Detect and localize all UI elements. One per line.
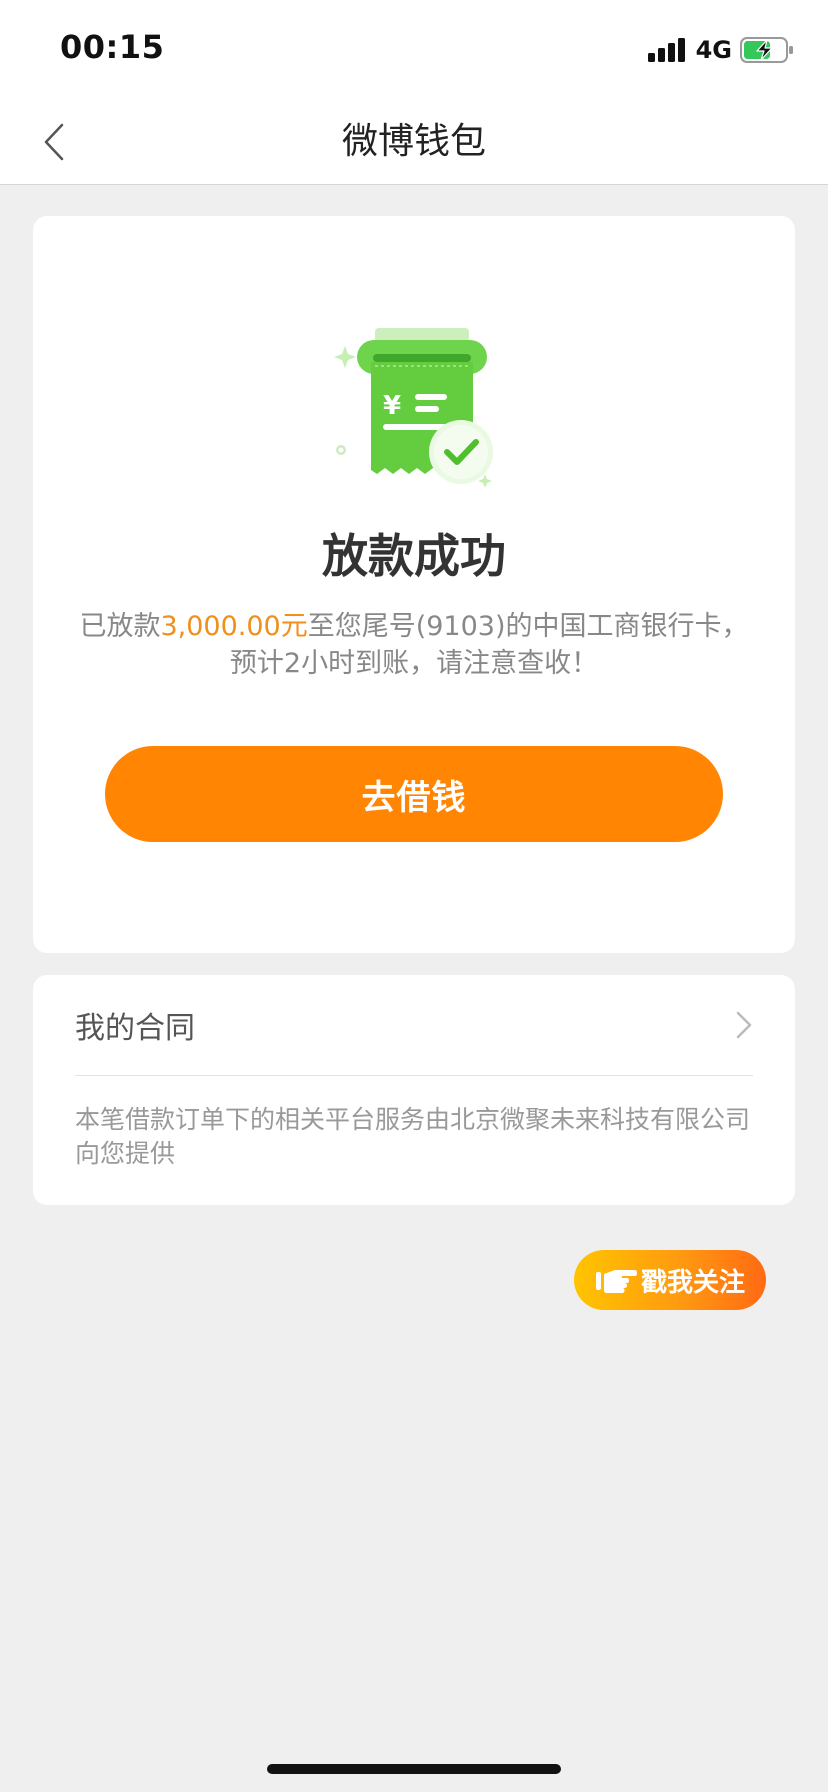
status-time: 00:15 <box>60 28 165 66</box>
svg-text:¥: ¥ <box>383 391 401 421</box>
contract-card: 我的合同 本笔借款订单下的相关平台服务由北京微聚未来科技有限公司向您提供 <box>33 975 795 1205</box>
loan-success-card: ¥ 放款成功 已放款3,000.00元至您尾号(9103)的中国工商银行卡， 预… <box>33 216 795 953</box>
status-indicators: 4G <box>647 36 794 64</box>
success-title: 放款成功 <box>322 529 506 583</box>
service-provider-note: 本笔借款订单下的相关平台服务由北京微聚未来科技有限公司向您提供 <box>75 1105 751 1168</box>
loan-amount: 3,000.00元 <box>160 611 308 642</box>
desc-prefix: 已放款 <box>79 611 161 642</box>
follow-button[interactable]: 戳我关注 <box>574 1250 766 1310</box>
chevron-right-icon <box>736 1011 752 1039</box>
home-indicator[interactable] <box>267 1764 561 1774</box>
success-description: 已放款3,000.00元至您尾号(9103)的中国工商银行卡， 预计2小时到账，… <box>63 608 765 682</box>
receipt-check-icon: ¥ <box>334 328 493 488</box>
borrow-button[interactable]: 去借钱 <box>105 746 723 842</box>
nav-bar: 微博钱包 <box>0 100 828 185</box>
success-description-line2: 预计2小时到账，请注意查收！ <box>229 648 599 679</box>
signal-icon <box>647 38 685 62</box>
my-contract-label: 我的合同 <box>75 1011 195 1046</box>
battery-charging-icon <box>740 37 793 63</box>
follow-label: 戳我关注 <box>640 1267 745 1298</box>
page-title: 微博钱包 <box>341 121 486 162</box>
pointing-hand-icon <box>595 1270 637 1293</box>
app-screen: 00:15 4G 微博钱包 ¥ 放款成功 已放款3,000.00元至您尾号(91… <box>0 0 828 1792</box>
desc-suffix: 至您尾号(9103)的中国工商银行卡， <box>307 611 749 642</box>
chevron-left-icon <box>44 123 64 161</box>
my-contract-row[interactable]: 我的合同 <box>75 975 753 1076</box>
network-type: 4G <box>695 36 732 64</box>
back-button[interactable] <box>26 114 82 170</box>
status-bar: 00:15 4G <box>0 0 828 100</box>
success-description-line1: 已放款3,000.00元至您尾号(9103)的中国工商银行卡， <box>63 608 765 645</box>
